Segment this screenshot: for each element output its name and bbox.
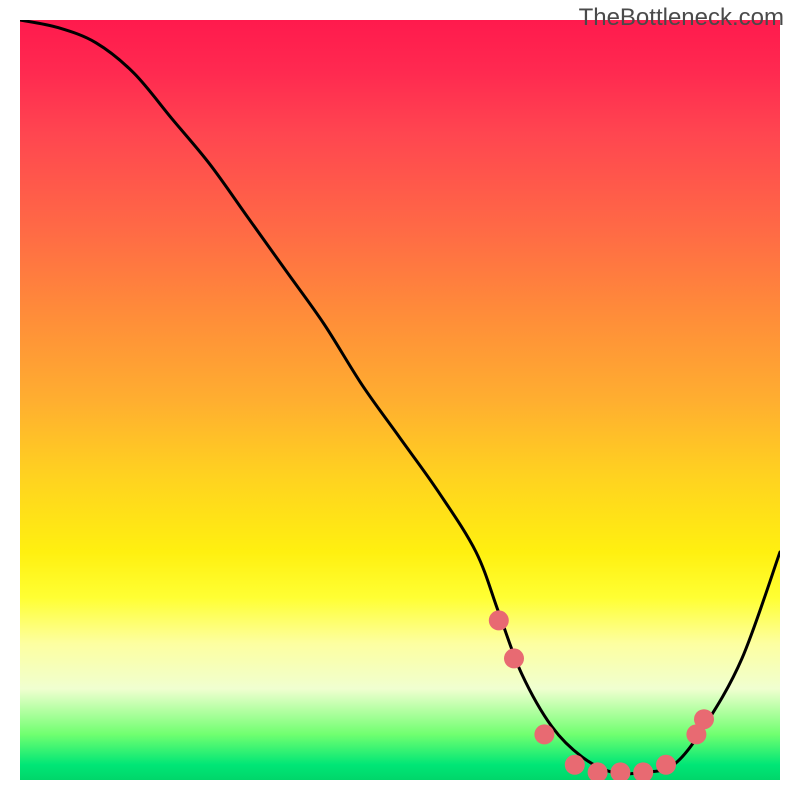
bottleneck-curve-line bbox=[20, 20, 780, 774]
highlight-dot bbox=[489, 610, 509, 630]
watermark-text: TheBottleneck.com bbox=[579, 4, 784, 32]
highlight-dot bbox=[588, 762, 608, 780]
chart-svg bbox=[20, 20, 780, 780]
highlight-dot bbox=[565, 755, 585, 775]
highlight-dot bbox=[610, 762, 630, 780]
highlight-dot bbox=[656, 755, 676, 775]
highlight-dot bbox=[504, 648, 524, 668]
chart-plot-area bbox=[20, 20, 780, 780]
highlight-dot bbox=[534, 724, 554, 744]
highlight-dots-group bbox=[489, 610, 714, 780]
highlight-dot bbox=[633, 762, 653, 780]
highlight-dot bbox=[694, 709, 714, 729]
